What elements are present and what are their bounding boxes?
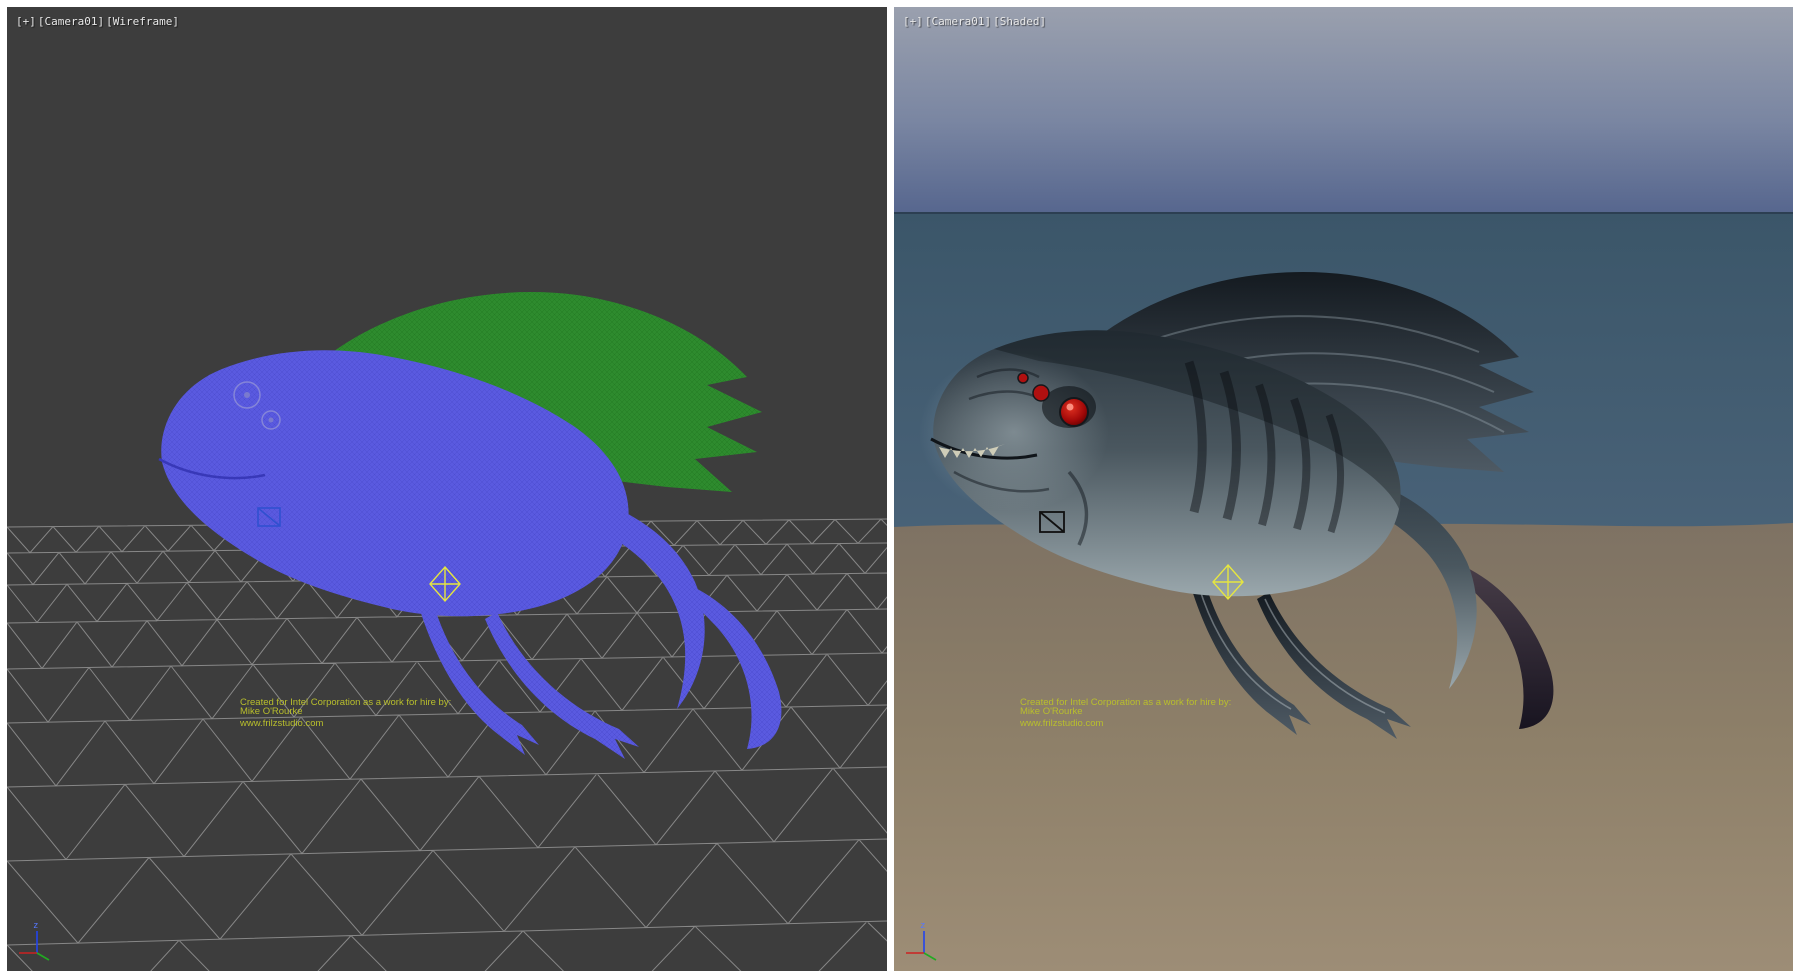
axis-tripod: z	[15, 917, 59, 961]
viewport-general-menu[interactable]: [+]	[16, 15, 36, 28]
axis-tripod: z	[902, 917, 946, 961]
viewport-pov-menu[interactable]: [Camera01]	[925, 15, 991, 28]
viewport-label: [+] [Camera01] [Wireframe]	[16, 15, 179, 28]
credit-text: Created for Intel Corporation as a work …	[1020, 698, 1231, 728]
viewport-pov-menu[interactable]: [Camera01]	[38, 15, 104, 28]
viewport-shading-menu[interactable]: [Wireframe]	[106, 15, 179, 28]
viewport-label: [+] [Camera01] [Shaded]	[903, 15, 1046, 28]
axis-z-label: z	[920, 921, 925, 931]
eye-medium-icon	[1033, 385, 1049, 401]
fish-model-wireframe[interactable]	[159, 292, 781, 759]
viewport-shading-menu[interactable]: [Shaded]	[993, 15, 1046, 28]
wireframe-scene[interactable]	[7, 7, 887, 971]
viewport-shaded[interactable]: [+] [Camera01] [Shaded]	[894, 7, 1793, 971]
axis-z-label: z	[33, 921, 38, 931]
eye-small-icon	[1018, 373, 1028, 383]
sky	[894, 7, 1793, 214]
viewport-wireframe[interactable]: [+] [Camera01] [Wireframe]	[7, 7, 887, 971]
shaded-scene[interactable]	[894, 7, 1793, 971]
eye-large-icon	[1060, 398, 1088, 426]
viewport-general-menu[interactable]: [+]	[903, 15, 923, 28]
max-viewport-split: [+] [Camera01] [Wireframe]	[0, 0, 1800, 978]
seabed-sand	[894, 523, 1793, 971]
credit-text: Created for Intel Corporation as a work …	[240, 698, 451, 728]
